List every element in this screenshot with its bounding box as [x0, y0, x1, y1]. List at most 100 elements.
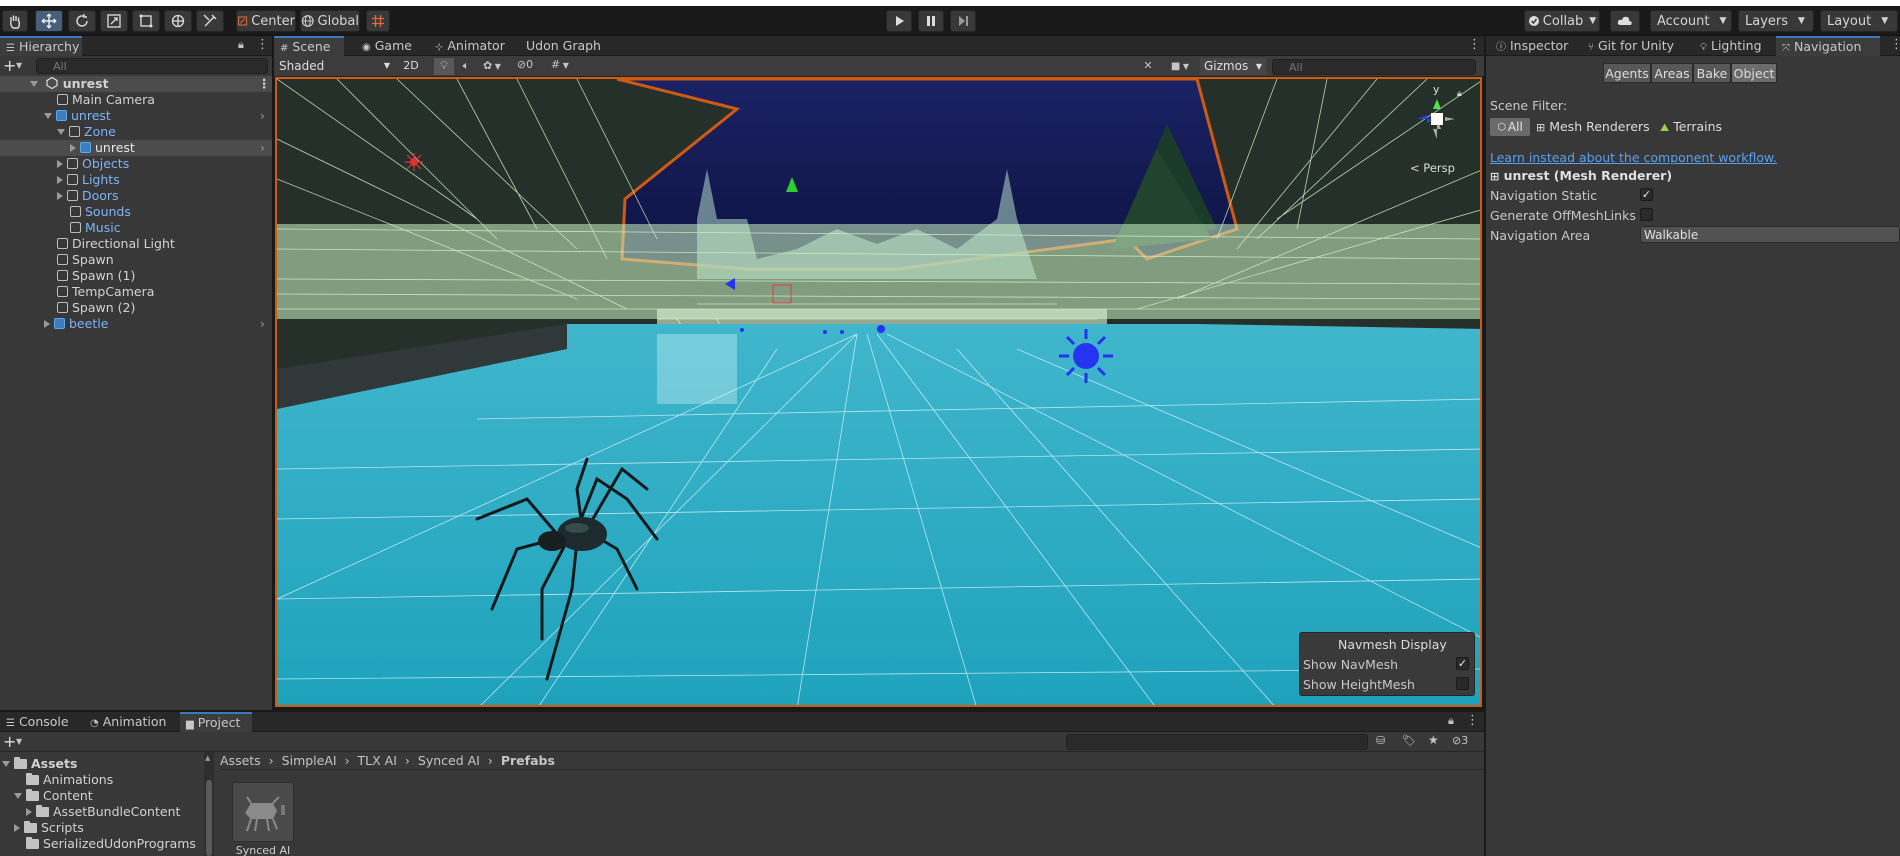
add-icon[interactable]: + — [3, 56, 16, 75]
tab-console[interactable]: ☰ Console — [0, 712, 69, 732]
breadcrumb-item[interactable]: TLX AI — [358, 753, 397, 768]
list-item[interactable]: Main Camera — [0, 92, 272, 108]
agents-button[interactable]: Agents — [1603, 63, 1651, 83]
perspective-label[interactable]: < Persp — [1410, 161, 1455, 175]
2d-toggle-button[interactable]: 2D — [400, 58, 422, 74]
expand-arrow-icon[interactable] — [70, 144, 76, 152]
scene-root-row[interactable]: unrest ⋮ — [0, 76, 272, 92]
scale-tool-button[interactable] — [100, 10, 128, 32]
scroll-up-icon[interactable]: ▲ — [205, 754, 210, 762]
filter-terrains-button[interactable]: ⛰ Terrains — [1660, 118, 1722, 136]
more-menu-icon[interactable]: ⋮ — [1468, 37, 1481, 52]
camera-dropdown[interactable]: ■ ▼ — [1164, 58, 1196, 75]
tab-lighting[interactable]: 💡︎ Lighting — [1694, 36, 1762, 56]
navigation-static-checkbox[interactable]: ✓ — [1640, 188, 1653, 201]
star-icon[interactable]: ★ — [1428, 733, 1439, 747]
list-item[interactable]: Sounds — [0, 204, 272, 220]
rect-tool-button[interactable] — [132, 10, 160, 32]
step-button[interactable] — [950, 10, 976, 32]
tree-item-serializedudonprograms[interactable]: SerializedUdonPrograms — [26, 836, 196, 852]
list-item[interactable]: unrest › — [0, 140, 272, 156]
list-item[interactable]: Lights — [0, 172, 272, 188]
layout-dropdown[interactable]: Layout ▼ — [1820, 10, 1898, 32]
hierarchy-search-input[interactable] — [36, 58, 268, 74]
show-navmesh-checkbox[interactable]: ✓ — [1456, 657, 1469, 670]
lock-icon[interactable]: 🔒︎ — [238, 38, 244, 52]
more-menu-icon[interactable]: ⋮ — [258, 76, 271, 92]
scene-viewport[interactable]: y 🔒︎ < Persp Navmesh Display Show NavMes… — [275, 77, 1482, 707]
effects-dropdown[interactable]: ✿ ▼ — [478, 58, 506, 75]
hidden-objects-toggle[interactable]: ⊘0 — [510, 58, 540, 75]
tab-hierarchy[interactable]: ☰ Hierarchy — [0, 36, 82, 56]
tab-game[interactable]: ◉ Game — [356, 36, 412, 56]
pivot-center-button[interactable]: Center — [236, 10, 296, 32]
project-search-input[interactable] — [1066, 734, 1368, 750]
chevron-right-icon[interactable]: › — [260, 108, 265, 124]
grid-toggle-dropdown[interactable]: # ▼ — [544, 58, 576, 75]
chevron-right-icon[interactable]: › — [260, 316, 265, 332]
tab-inspector[interactable]: ⓘ Inspector — [1490, 36, 1568, 56]
label-tag-icon[interactable]: 🏷︎ — [1402, 734, 1416, 747]
breadcrumb-item[interactable]: SimpleAI — [282, 753, 337, 768]
tree-item-content[interactable]: Content — [14, 788, 93, 804]
chevron-down-icon[interactable]: ▼ — [16, 737, 22, 746]
filter-all-button[interactable]: ⬡ All — [1490, 118, 1530, 136]
list-item[interactable]: Zone — [0, 124, 272, 140]
shading-mode-dropdown[interactable]: Shaded ▼ — [276, 58, 394, 74]
layers-dropdown[interactable]: Layers ▼ — [1738, 10, 1814, 32]
list-item[interactable]: Spawn (1) — [0, 268, 272, 284]
gizmos-dropdown[interactable]: Gizmos ▼ — [1200, 58, 1266, 75]
expand-arrow-icon[interactable] — [2, 761, 10, 767]
lock-icon[interactable]: 🔒︎ — [1448, 714, 1454, 728]
tab-animation[interactable]: ◔ Animation — [84, 712, 166, 732]
learn-component-workflow-link[interactable]: Learn instead about the component workfl… — [1490, 150, 1777, 165]
breadcrumb-item[interactable]: Assets — [220, 753, 261, 768]
tab-udon-graph[interactable]: Udon Graph — [520, 36, 601, 56]
hand-tool-button[interactable] — [2, 10, 28, 32]
global-local-button[interactable]: Global — [300, 10, 360, 32]
add-icon[interactable]: + — [3, 732, 16, 751]
collab-dropdown[interactable]: Collab ▼ — [1524, 10, 1600, 32]
expand-arrow-icon[interactable] — [57, 192, 63, 200]
generate-offmeshlinks-checkbox[interactable] — [1640, 208, 1653, 221]
move-tool-button[interactable] — [35, 10, 63, 32]
tab-scene[interactable]: # Scene — [274, 36, 344, 56]
scene-search-input[interactable] — [1272, 59, 1476, 75]
tree-scrollbar[interactable]: ▲ — [204, 752, 214, 856]
tree-item-assets[interactable]: Assets — [2, 756, 77, 772]
list-item[interactable]: Doors — [0, 188, 272, 204]
list-item[interactable]: beetle › — [0, 316, 272, 332]
more-menu-icon[interactable]: ⋮ — [256, 37, 269, 52]
bake-button[interactable]: Bake — [1693, 63, 1731, 83]
list-item[interactable]: Music — [0, 220, 272, 236]
chevron-down-icon[interactable]: ▼ — [16, 61, 22, 70]
more-menu-icon[interactable]: ⋮ — [1890, 37, 1900, 52]
filter-mesh-renderers-button[interactable]: ⊞ Mesh Renderers — [1536, 118, 1650, 136]
expand-arrow-icon[interactable] — [14, 824, 20, 832]
list-item[interactable]: Spawn (2) — [0, 300, 272, 316]
expand-arrow-icon[interactable] — [44, 320, 50, 328]
lighting-toggle-button[interactable]: 💡︎ — [434, 58, 454, 75]
cloud-button[interactable] — [1610, 10, 1640, 32]
gizmo-lock-icon[interactable]: 🔒︎ — [1457, 89, 1462, 99]
tab-animator[interactable]: ⊹ Animator — [429, 36, 505, 56]
expand-arrow-icon[interactable] — [26, 808, 32, 816]
list-item[interactable]: TempCamera — [0, 284, 272, 300]
more-menu-icon[interactable]: ⋮ — [1466, 713, 1479, 728]
show-heightmesh-checkbox[interactable] — [1456, 677, 1469, 690]
tree-scrollbar-thumb[interactable] — [206, 780, 212, 856]
expand-arrow-icon[interactable] — [30, 81, 38, 87]
tab-project[interactable]: ▆ Project — [180, 712, 252, 732]
expand-arrow-icon[interactable] — [44, 113, 52, 119]
breadcrumb-item[interactable]: Synced AI — [418, 753, 480, 768]
list-item[interactable]: Directional Light — [0, 236, 272, 252]
audio-toggle-button[interactable]: 🔈︎ — [456, 58, 476, 75]
object-button[interactable]: Object — [1731, 63, 1777, 83]
custom-tool-button[interactable] — [196, 10, 224, 32]
play-button[interactable] — [886, 10, 912, 32]
chevron-right-icon[interactable]: › — [260, 140, 265, 156]
rotate-tool-button[interactable] — [68, 10, 96, 32]
breadcrumb-item[interactable]: Prefabs — [501, 753, 555, 768]
list-item[interactable]: unrest › — [0, 108, 272, 124]
navigation-area-dropdown[interactable]: Walkable — [1640, 226, 1900, 243]
